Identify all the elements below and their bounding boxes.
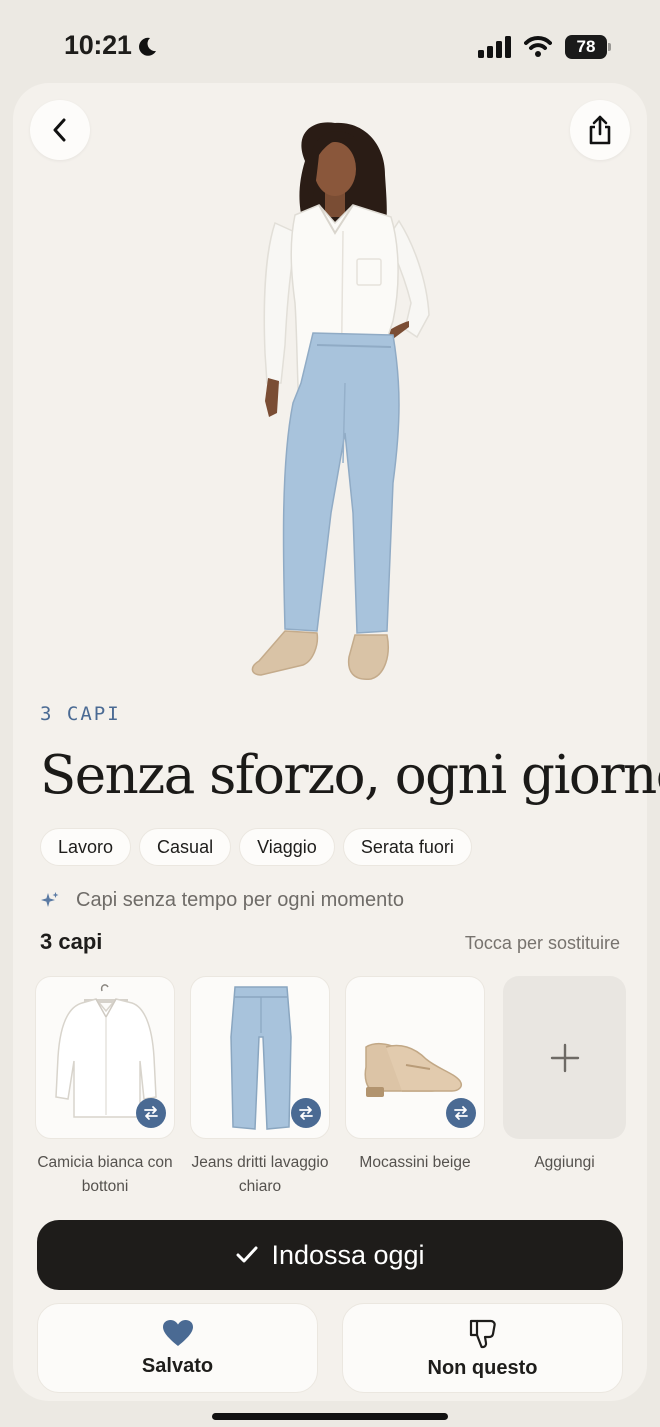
battery-icon: 78 xyxy=(565,35,611,59)
item-count-eyebrow: 3 CAPI xyxy=(40,703,121,725)
tagline-text: Capi senza tempo per ogni momento xyxy=(76,889,404,911)
outfit-card: 3 CAPI Senza sforzo, ogni giorno Lavoro … xyxy=(13,83,660,1401)
item-shirt[interactable]: Camicia bianca con bottoni xyxy=(35,976,175,1199)
thumbs-down-icon xyxy=(469,1319,496,1348)
outfit-tagline: Capi senza tempo per ogni momento xyxy=(40,889,404,912)
items-row: Camicia bianca con bottoni Jeans dritti … xyxy=(35,976,627,1201)
tag-lavoro[interactable]: Lavoro xyxy=(40,828,132,866)
tag-casual[interactable]: Casual xyxy=(139,828,232,866)
signal-icon xyxy=(478,36,511,58)
share-button[interactable] xyxy=(570,100,630,160)
wear-today-label: Indossa oggi xyxy=(271,1239,425,1270)
tag-serata-fuori[interactable]: Serata fuori xyxy=(342,828,472,866)
item-label: Camicia bianca con bottoni xyxy=(37,1154,173,1195)
tag-list: Lavoro Casual Viaggio Serata fuori xyxy=(40,828,472,866)
item-label: Jeans dritti lavaggio chiaro xyxy=(191,1154,329,1195)
swap-hint: Tocca per sostituire xyxy=(464,933,620,953)
heart-icon xyxy=(162,1319,193,1346)
sparkle-icon xyxy=(41,891,59,907)
moon-icon xyxy=(139,37,156,56)
item-thumbnail[interactable] xyxy=(35,976,175,1139)
add-item-label: Aggiungi xyxy=(534,1154,595,1171)
tag-viaggio[interactable]: Viaggio xyxy=(239,828,335,866)
share-icon xyxy=(589,115,611,145)
item-loafers[interactable]: Mocassini beige xyxy=(345,976,485,1175)
swap-icon xyxy=(454,1106,468,1120)
swap-button[interactable] xyxy=(291,1098,321,1128)
status-bar: 10:21 78 xyxy=(0,0,660,92)
item-thumbnail[interactable] xyxy=(190,976,330,1139)
item-thumbnail[interactable] xyxy=(345,976,485,1139)
chevron-left-icon xyxy=(53,118,66,142)
items-header: 3 capi Tocca per sostituire xyxy=(40,929,620,955)
save-label: Salvato xyxy=(141,1354,214,1377)
item-label: Mocassini beige xyxy=(359,1154,471,1171)
home-indicator[interactable] xyxy=(212,1413,448,1420)
checkmark-icon xyxy=(236,1246,258,1263)
wear-today-button[interactable]: Indossa oggi xyxy=(37,1220,623,1290)
add-item-button[interactable] xyxy=(503,976,626,1139)
battery-level: 78 xyxy=(565,35,607,59)
wifi-icon xyxy=(524,36,552,57)
not-this-button[interactable]: Non questo xyxy=(342,1303,623,1393)
back-button[interactable] xyxy=(30,100,90,160)
swap-icon xyxy=(144,1106,158,1120)
swap-button[interactable] xyxy=(136,1098,166,1128)
outfit-title: Senza sforzo, ogni giorno xyxy=(40,745,660,806)
not-this-label: Non questo xyxy=(427,1356,538,1379)
save-button[interactable]: Salvato xyxy=(37,1303,318,1393)
status-time: 10:21 xyxy=(64,30,132,60)
add-item[interactable]: Aggiungi xyxy=(503,976,626,1175)
swap-button[interactable] xyxy=(446,1098,476,1128)
hero-image xyxy=(251,122,430,680)
plus-icon xyxy=(550,1043,579,1072)
swap-icon xyxy=(299,1106,313,1120)
items-count: 3 capi xyxy=(40,929,103,954)
item-jeans[interactable]: Jeans dritti lavaggio chiaro xyxy=(190,976,330,1199)
